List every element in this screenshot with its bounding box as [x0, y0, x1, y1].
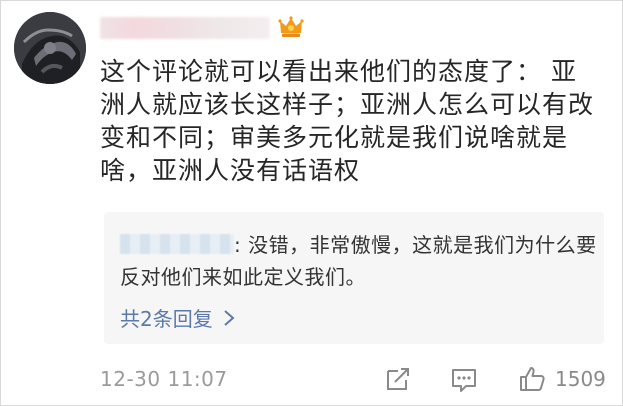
reply-text-container: : 没错，非常傲慢，这就是我们为什么要反对他们来如此定义我们。 [120, 229, 600, 293]
comment-footer: 12-30 11:07 1509 [100, 365, 610, 395]
reply-preview[interactable]: : 没错，非常傲慢，这就是我们为什么要反对他们来如此定义我们。 共2条回复 [104, 212, 604, 344]
timestamp: 12-30 11:07 [100, 367, 228, 391]
comment-text: 这个评论就可以看出来他们的态度了： 亚洲人就应该长这样子；亚洲人怎么可以有改变和… [100, 57, 595, 185]
comment-card: 这个评论就可以看出来他们的态度了： 亚洲人就应该长这样子；亚洲人怎么可以有改变和… [0, 0, 623, 406]
crown-icon [278, 16, 304, 37]
view-replies-label[interactable]: 共2条回复 [120, 303, 213, 332]
comment-icon[interactable] [450, 366, 478, 394]
avatar[interactable] [14, 12, 86, 84]
username-redacted[interactable] [100, 17, 270, 39]
view-replies-link[interactable]: 共2条回复 [120, 303, 235, 332]
reply-text: : 没错，非常傲慢，这就是我们为什么要反对他们来如此定义我们。 [120, 233, 597, 289]
chevron-right-icon [224, 309, 235, 326]
share-icon[interactable] [384, 365, 412, 393]
like-icon[interactable] [518, 365, 546, 393]
like-count: 1509 [555, 367, 606, 391]
